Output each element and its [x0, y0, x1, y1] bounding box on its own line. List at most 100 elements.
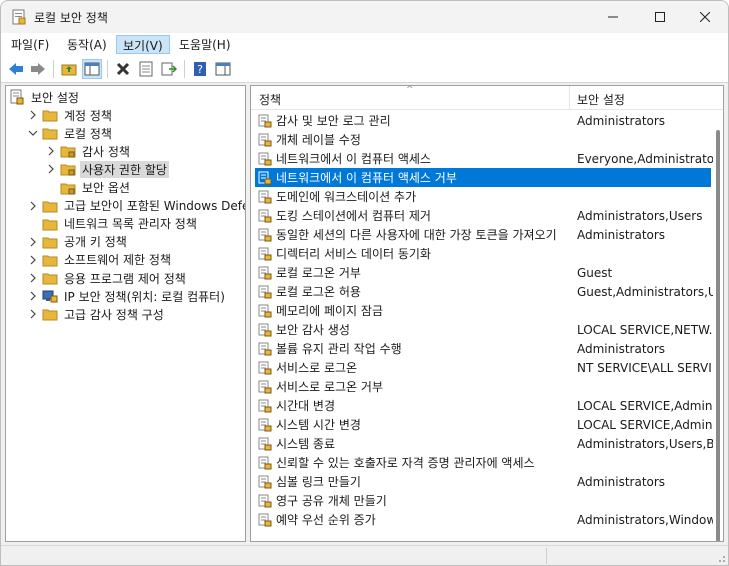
- menu-file[interactable]: 파일(F): [5, 35, 55, 54]
- show-hide-action-pane-button[interactable]: [213, 59, 233, 79]
- tree-item[interactable]: 고급 감사 정책 구성: [27, 305, 166, 323]
- table-row[interactable]: 서비스로 로그온 거부: [255, 377, 711, 396]
- table-row[interactable]: 도메인에 워크스테이션 추가: [255, 187, 711, 206]
- table-row[interactable]: 시스템 시간 변경 LOCAL SERVICE,Admini...: [255, 415, 713, 434]
- table-row[interactable]: 도킹 스테이션에서 컴퓨터 제거 Administrators,Users: [255, 206, 711, 225]
- policy-name: 감사 및 보안 로그 관리: [276, 114, 391, 128]
- back-button[interactable]: [6, 59, 26, 79]
- table-row[interactable]: 영구 공유 개체 만들기: [255, 491, 711, 510]
- folder-icon: [42, 198, 58, 214]
- delete-button[interactable]: [113, 59, 133, 79]
- folder-up-icon: [61, 64, 77, 76]
- menu-action[interactable]: 동작(A): [61, 35, 113, 54]
- minimize-button[interactable]: [590, 1, 636, 33]
- close-icon: [700, 12, 710, 22]
- table-row[interactable]: 감사 및 보안 로그 관리 Administrators: [255, 111, 711, 130]
- scrollbar-thumb[interactable]: [716, 130, 720, 541]
- close-button[interactable]: [682, 1, 728, 33]
- tree-item[interactable]: 고급 보안이 포함된 Windows Defender 방화벽: [27, 197, 245, 215]
- table-row[interactable]: 신뢰할 수 있는 호출자로 자격 증명 관리자에 액세스: [255, 453, 711, 472]
- chevron-down-icon[interactable]: [27, 127, 39, 139]
- show-hide-tree-button[interactable]: [82, 59, 102, 79]
- table-row[interactable]: 네트워크에서 이 컴퓨터 액세스 거부: [255, 168, 711, 187]
- table-row[interactable]: 시스템 종료 Administrators,Users,Ba...: [255, 434, 713, 453]
- policy-name: 시스템 시간 변경: [276, 418, 361, 432]
- tree-item[interactable]: 공개 키 정책: [27, 233, 129, 251]
- policy-icon: [258, 228, 272, 242]
- chevron-right-icon[interactable]: [45, 163, 57, 175]
- tree-item[interactable]: IP 보안 정책(위치: 로컬 컴퓨터): [27, 287, 227, 305]
- table-row[interactable]: 서비스로 로그온 NT SERVICE\ALL SERVI...: [255, 358, 713, 377]
- tree-item-label: 고급 감사 정책 구성: [64, 307, 164, 322]
- policy-name: 도메인에 워크스테이션 추가: [276, 190, 417, 204]
- properties-icon: [139, 61, 153, 77]
- resize-grip-icon[interactable]: [716, 553, 726, 563]
- chevron-right-icon[interactable]: [27, 254, 39, 266]
- export-list-button[interactable]: [159, 59, 179, 79]
- tree-item-label: 감사 정책: [82, 144, 130, 159]
- column-header-setting[interactable]: 보안 설정: [577, 91, 625, 108]
- chevron-right-icon[interactable]: [27, 290, 39, 302]
- policy-icon: [258, 171, 272, 185]
- tree-item[interactable]: 보안 설정: [9, 88, 81, 106]
- security-setting-value: LOCAL SERVICE,Admini...: [577, 398, 713, 413]
- folder-lock-icon: [60, 180, 76, 196]
- tree-item[interactable]: 계정 정책: [27, 106, 114, 124]
- tree-item[interactable]: 보안 옵션: [45, 179, 132, 197]
- policy-icon: [258, 513, 272, 527]
- table-row[interactable]: 네트워크에서 이 컴퓨터 액세스 Everyone,Administrators.…: [255, 149, 713, 168]
- tree-item-label: 계정 정책: [64, 108, 112, 123]
- chevron-right-icon[interactable]: [27, 236, 39, 248]
- table-row[interactable]: 볼륨 유지 관리 작업 수행 Administrators: [255, 339, 711, 358]
- vertical-scrollbar[interactable]: [713, 110, 723, 541]
- console-tree[interactable]: 보안 설정계정 정책 로컬 정책감사 정책 사용자 권한 할당보안 옵션고급 보안이…: [5, 85, 246, 542]
- policy-name: 개체 레이블 수정: [276, 133, 361, 147]
- toolbar: ?: [1, 55, 728, 83]
- menu-view[interactable]: 보기(V): [116, 35, 170, 54]
- tree-item-label: 사용자 권한 할당: [80, 160, 169, 178]
- table-row[interactable]: 심볼 링크 만들기 Administrators: [255, 472, 711, 491]
- column-header-policy[interactable]: 정책: [259, 91, 281, 108]
- policy-name: 네트워크에서 이 컴퓨터 액세스: [276, 152, 431, 166]
- chevron-right-icon[interactable]: [27, 272, 39, 284]
- tree-item[interactable]: 네트워크 목록 관리자 정책: [27, 215, 199, 233]
- table-row[interactable]: 로컬 로그온 거부 Guest: [255, 263, 711, 282]
- maximize-button[interactable]: [637, 1, 683, 33]
- security-setting-value: Administrators: [577, 341, 666, 356]
- up-one-level-button[interactable]: [59, 59, 79, 79]
- list-header: 정책 ^ 보안 설정: [251, 86, 723, 110]
- tree-item-label: 보안 옵션: [82, 181, 130, 195]
- table-row[interactable]: 예약 우선 순위 증가 Administrators,Window ...: [255, 510, 713, 529]
- security-setting-value: Administrators: [577, 113, 666, 128]
- policy-icon: [258, 152, 272, 166]
- tree-item[interactable]: 로컬 정책: [27, 124, 114, 142]
- table-row[interactable]: 시간대 변경 LOCAL SERVICE,Admini...: [255, 396, 713, 415]
- title-bar[interactable]: 로컬 보안 정책: [1, 1, 728, 33]
- table-row[interactable]: 로컬 로그온 허용 Guest,Administrators,Us...: [255, 282, 713, 301]
- properties-button[interactable]: [136, 59, 156, 79]
- chevron-right-icon[interactable]: [45, 145, 57, 157]
- chevron-right-icon[interactable]: [27, 109, 39, 121]
- export-list-icon: [161, 62, 177, 76]
- folder-icon: [42, 234, 58, 250]
- forward-button[interactable]: [28, 59, 48, 79]
- table-row[interactable]: 디렉터리 서비스 데이터 동기화: [255, 244, 711, 263]
- tree-item[interactable]: 응용 프로그램 제어 정책: [27, 269, 188, 287]
- chevron-right-icon[interactable]: [27, 200, 39, 212]
- local-security-policy-window: 로컬 보안 정책 파일(F) 동작(A) 보기(V) 도움말(H) ? 보안 설…: [0, 0, 729, 566]
- policy-list-view[interactable]: 정책 ^ 보안 설정 감사 및 보안 로그 관리 Administrators 개체…: [250, 85, 724, 542]
- table-row[interactable]: 메모리에 페이지 잠금: [255, 301, 711, 320]
- chevron-right-icon[interactable]: [27, 308, 39, 320]
- policy-name: 로컬 로그온 거부: [276, 266, 361, 280]
- tree-item[interactable]: 감사 정책: [45, 142, 132, 160]
- policy-icon: [258, 418, 272, 432]
- policy-name: 예약 우선 순위 증가: [276, 513, 376, 527]
- menu-help[interactable]: 도움말(H): [173, 35, 237, 54]
- table-row[interactable]: 보안 감사 생성 LOCAL SERVICE,NETW...: [255, 320, 713, 339]
- help-button[interactable]: ?: [190, 59, 210, 79]
- table-row[interactable]: 개체 레이블 수정: [255, 130, 711, 149]
- tree-item[interactable]: 소프트웨어 제한 정책: [27, 251, 173, 269]
- table-row[interactable]: 동일한 세션의 다른 사용자에 대한 가장 토큰을 가져오기 Administra…: [255, 225, 711, 244]
- column-divider[interactable]: [569, 86, 570, 110]
- tree-item[interactable]: 사용자 권한 할당: [45, 160, 169, 178]
